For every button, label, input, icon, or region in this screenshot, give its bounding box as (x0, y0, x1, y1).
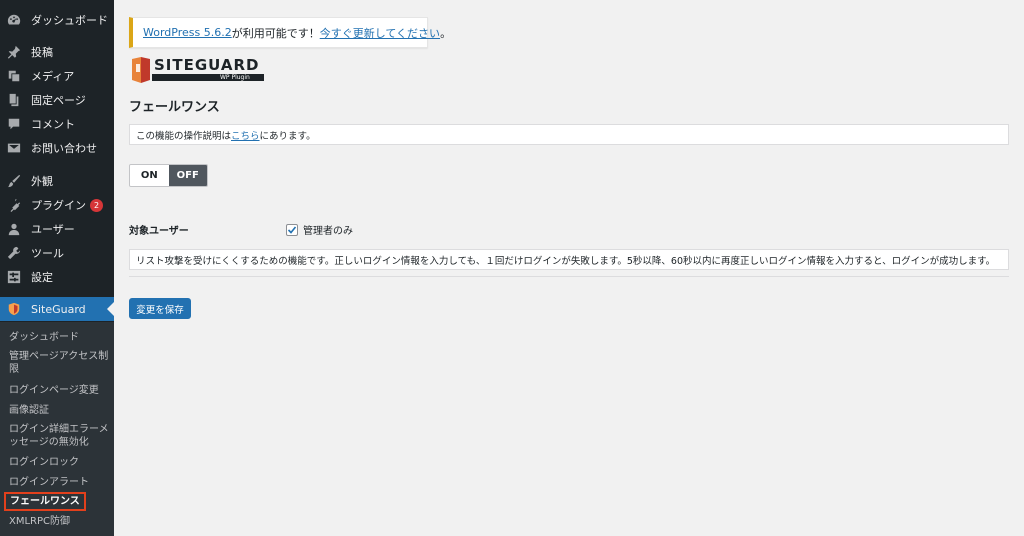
checkbox-label: 管理者のみ (303, 226, 353, 237)
logo-brand-text: SITEGUARD (154, 56, 260, 74)
settings-icon (6, 269, 22, 285)
mail-icon (6, 140, 22, 156)
sidebar-item-label: プラグイン (31, 199, 86, 212)
submenu-item-admin-access[interactable]: 管理ページアクセス制限 (9, 350, 109, 376)
sidebar-item-contact[interactable]: お問い合わせ (0, 136, 114, 160)
sidebar-item-label: 外観 (31, 175, 53, 188)
submenu-item-login-alert[interactable]: ログインアラート (9, 476, 109, 489)
plugin-icon (6, 197, 22, 213)
description-text: リスト攻撃を受けにくくするための機能です。正しいログイン情報を入力しても、１回だ… (136, 255, 996, 267)
help-text-before: この機能の操作説明は (136, 130, 232, 142)
submenu-item-dashboard[interactable]: ダッシュボード (9, 331, 109, 344)
active-menu-arrow (107, 302, 114, 316)
notice-end: 。 (440, 26, 452, 40)
sidebar-item-siteguard[interactable]: SiteGuard (0, 297, 114, 321)
sidebar-item-label: 投稿 (31, 46, 53, 59)
user-icon (6, 221, 22, 237)
brush-icon (6, 173, 22, 189)
sidebar-item-label: 設定 (31, 271, 53, 284)
sidebar-item-appearance[interactable]: 外観 (0, 169, 114, 193)
save-changes-button[interactable]: 変更を保存 (129, 298, 191, 319)
help-text-after: にあります。 (259, 130, 316, 142)
help-box: この機能の操作説明は こちら にあります。 (129, 124, 1009, 145)
sidebar-item-settings[interactable]: 設定 (0, 265, 114, 289)
wordpress-version-link[interactable]: WordPress 5.6.2 (143, 26, 232, 39)
sidebar-item-label: ツール (31, 247, 64, 260)
sidebar-item-media[interactable]: メディア (0, 64, 114, 88)
dashboard-icon (6, 12, 22, 28)
help-link[interactable]: こちら (231, 128, 260, 142)
submenu-item-xmlrpc[interactable]: XMLRPC防御 (9, 515, 109, 528)
sidebar-item-pages[interactable]: 固定ページ (0, 88, 114, 112)
sidebar-item-label: お問い合わせ (31, 142, 97, 155)
feature-description: リスト攻撃を受けにくくするための機能です。正しいログイン情報を入力しても、１回だ… (129, 249, 1009, 270)
notice-text: が利用可能です！ (231, 26, 320, 40)
submenu-item-login-error[interactable]: ログイン詳細エラーメッセージの無効化 (9, 423, 109, 449)
sidebar-item-label: 固定ページ (31, 94, 86, 107)
wrench-icon (6, 245, 22, 261)
sidebar-item-comments[interactable]: コメント (0, 112, 114, 136)
sidebar-item-label: ユーザー (31, 223, 75, 236)
submenu-item-login-page[interactable]: ログインページ変更 (9, 384, 109, 397)
sidebar-item-label: ダッシュボード (31, 14, 108, 27)
submenu-item-captcha[interactable]: 画像認証 (9, 404, 109, 417)
admin-sidebar: ダッシュボード 投稿 メディア 固定ページ コメント お問い合わせ 外観 プラグ… (0, 0, 114, 536)
toggle-on[interactable]: ON (130, 165, 169, 186)
on-off-toggle[interactable]: ON OFF (129, 164, 208, 187)
sidebar-item-tools[interactable]: ツール (0, 241, 114, 265)
update-count-badge: 2 (90, 198, 103, 212)
page-title: フェールワンス (129, 100, 220, 115)
submenu-item-login-lock[interactable]: ログインロック (9, 456, 109, 469)
sidebar-item-plugins[interactable]: プラグイン 2 (0, 193, 114, 217)
checkbox-box[interactable] (286, 223, 298, 236)
target-user-label: 対象ユーザー (129, 226, 189, 237)
admin-only-checkbox[interactable]: 管理者のみ (286, 222, 353, 237)
media-icon (6, 68, 22, 84)
comment-icon (6, 116, 22, 132)
update-now-link[interactable]: 今すぐ更新してください (320, 25, 440, 41)
checkmark-icon (287, 225, 297, 234)
sidebar-item-posts[interactable]: 投稿 (0, 40, 114, 64)
pin-icon (6, 44, 22, 60)
toggle-off[interactable]: OFF (168, 165, 207, 186)
page-icon (6, 92, 22, 108)
sidebar-item-dashboard[interactable]: ダッシュボード (0, 8, 114, 32)
logo-sub-text: WP Plugin (220, 74, 250, 81)
sidebar-item-label: コメント (31, 118, 75, 131)
sidebar-item-label: メディア (31, 70, 75, 83)
sidebar-item-users[interactable]: ユーザー (0, 217, 114, 241)
sidebar-item-label: SiteGuard (31, 302, 86, 316)
siteguard-submenu: ダッシュボード 管理ページアクセス制限 ログインページ変更 画像認証 ログイン詳… (0, 322, 114, 536)
submenu-item-fail-once[interactable]: フェールワンス (4, 492, 86, 511)
siteguard-icon (6, 301, 22, 317)
section-divider (129, 276, 1009, 277)
update-notice: WordPress 5.6.2 が利用可能です！ 今すぐ更新してください 。 (129, 17, 451, 48)
